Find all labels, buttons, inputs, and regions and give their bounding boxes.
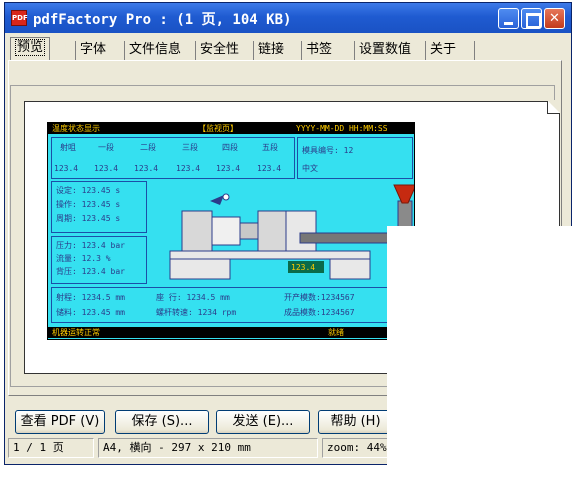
minimize-icon [499, 9, 518, 28]
hmi-charge: 储料: 123.45 mm [56, 308, 125, 317]
tab-label: 文件信息 [129, 42, 182, 57]
tab-bookmarks[interactable]: 书签 [301, 41, 336, 61]
hmi-header-right: YYYY-MM-DD HH:MM:SS [296, 124, 388, 133]
tab-label: 链接 [258, 42, 285, 57]
blank-overlay [387, 226, 573, 478]
close-button[interactable]: ✕ [544, 8, 565, 29]
maximize-button[interactable] [521, 8, 542, 29]
hmi-zone-value: 123.4 [54, 164, 79, 173]
minimize-button[interactable] [498, 8, 519, 29]
injection-machine-diagram [169, 184, 414, 280]
hmi-zone-label: 五段 [262, 143, 278, 152]
tab-settings[interactable]: 设置数值 [354, 41, 415, 61]
hmi-header-left: 温度状态显示 [52, 124, 100, 133]
hmi-process-box: 压力: 123.4 bar 流量: 12.3 % 背压: 123.4 bar [51, 236, 147, 284]
tab-strip: 预览 字体 文件信息 安全性 链接 书签 设置数值 关于 [8, 37, 560, 61]
hmi-mold-box: 模具编号: 12 中文 [297, 137, 413, 179]
close-icon: ✕ [549, 11, 560, 26]
hmi-zone-value: 123.4 [176, 164, 201, 173]
tab-label: 字体 [80, 42, 107, 57]
tab-preview[interactable]: 预览 [10, 37, 51, 61]
tab-label: 书签 [306, 42, 333, 57]
hmi-time-act: 操作: 123.45 s [56, 200, 121, 209]
tab-label: 预览 [15, 39, 46, 56]
send-button[interactable]: 发送 (E)... [216, 410, 310, 434]
status-page-count: 1 / 1 页 [8, 438, 94, 458]
hmi-display-value: 123.4 [291, 263, 316, 272]
window-title: pdfFactory Pro : (1 页, 104 KB) [33, 12, 292, 28]
hmi-shot-stroke: 射程: 1234.5 mm [56, 293, 125, 302]
hmi-product-count: 成品模数:1234567 [284, 308, 355, 317]
hmi-zone-label: 射咀 [60, 143, 76, 152]
hmi-zone-value: 123.4 [216, 164, 241, 173]
hmi-mold-number: 模具编号: 12 [302, 146, 354, 155]
view-pdf-button[interactable]: 查看 PDF (V) [15, 410, 105, 434]
title-bar[interactable]: PDF pdfFactory Pro : (1 页, 104 KB) ✕ [5, 3, 571, 33]
hmi-mode: 中文 [302, 164, 318, 173]
hmi-open-count: 开产模数:1234567 [284, 293, 355, 302]
hmi-zone-label: 二段 [140, 143, 156, 152]
tab-fonts[interactable]: 字体 [75, 41, 110, 61]
status-paper-size: A4, 横向 - 297 x 210 mm [98, 438, 318, 458]
save-button[interactable]: 保存 (S)... [115, 410, 209, 434]
tab-label: 设置数值 [359, 42, 412, 57]
hmi-time-set: 设定: 123.45 s [56, 186, 121, 195]
hmi-bottom-box: 射程: 1234.5 mm 座 行: 1234.5 mm 开产模数:123456… [51, 287, 413, 323]
hmi-screw-speed: 螺杆转速: 1234 rpm [156, 308, 237, 317]
help-button[interactable]: 帮助 (H) [318, 410, 393, 434]
hmi-zone-value: 123.4 [134, 164, 159, 173]
hmi-carriage: 座 行: 1234.5 mm [156, 293, 230, 302]
hmi-footer-bar: 机器运转正常 就绪 [48, 327, 414, 338]
hmi-flow: 流量: 12.3 % [56, 254, 111, 263]
page-fold-corner [547, 100, 560, 114]
hmi-zone-label: 三段 [182, 143, 198, 152]
pdf-app-icon[interactable]: PDF [11, 10, 28, 26]
hmi-pressure: 压力: 123.4 bar [56, 241, 125, 250]
tab-label: 安全性 [200, 42, 240, 57]
hmi-zone-label: 一段 [98, 143, 114, 152]
tab-about[interactable]: 关于 [425, 41, 475, 61]
hmi-header-bar: 温度状态显示 【监视页】 YYYY-MM-DD HH:MM:SS [48, 123, 414, 134]
hmi-zone-value: 123.4 [257, 164, 282, 173]
tab-document-info[interactable]: 文件信息 [124, 41, 185, 61]
hmi-zone-label: 四段 [222, 143, 238, 152]
hmi-footer-left: 机器运转正常 [52, 328, 100, 337]
hmi-back-pressure: 背压: 123.4 bar [56, 267, 125, 276]
hmi-screenshot: 温度状态显示 【监视页】 YYYY-MM-DD HH:MM:SS 射咀 一段 二… [47, 122, 415, 340]
tab-links[interactable]: 链接 [253, 41, 288, 61]
hmi-header-center: 【监视页】 [198, 124, 238, 133]
hmi-time-cycle: 周期: 123.45 s [56, 214, 121, 223]
hmi-zone-value: 123.4 [94, 164, 119, 173]
hmi-time-box: 设定: 123.45 s 操作: 123.45 s 周期: 123.45 s [51, 181, 147, 233]
hmi-footer-right: 就绪 [328, 328, 344, 337]
maximize-icon [522, 9, 541, 28]
tab-security[interactable]: 安全性 [195, 41, 243, 61]
tab-label: 关于 [430, 42, 457, 57]
hmi-temperature-box: 射咀 一段 二段 三段 四段 五段 123.4 123.4 123.4 123.… [51, 137, 295, 179]
